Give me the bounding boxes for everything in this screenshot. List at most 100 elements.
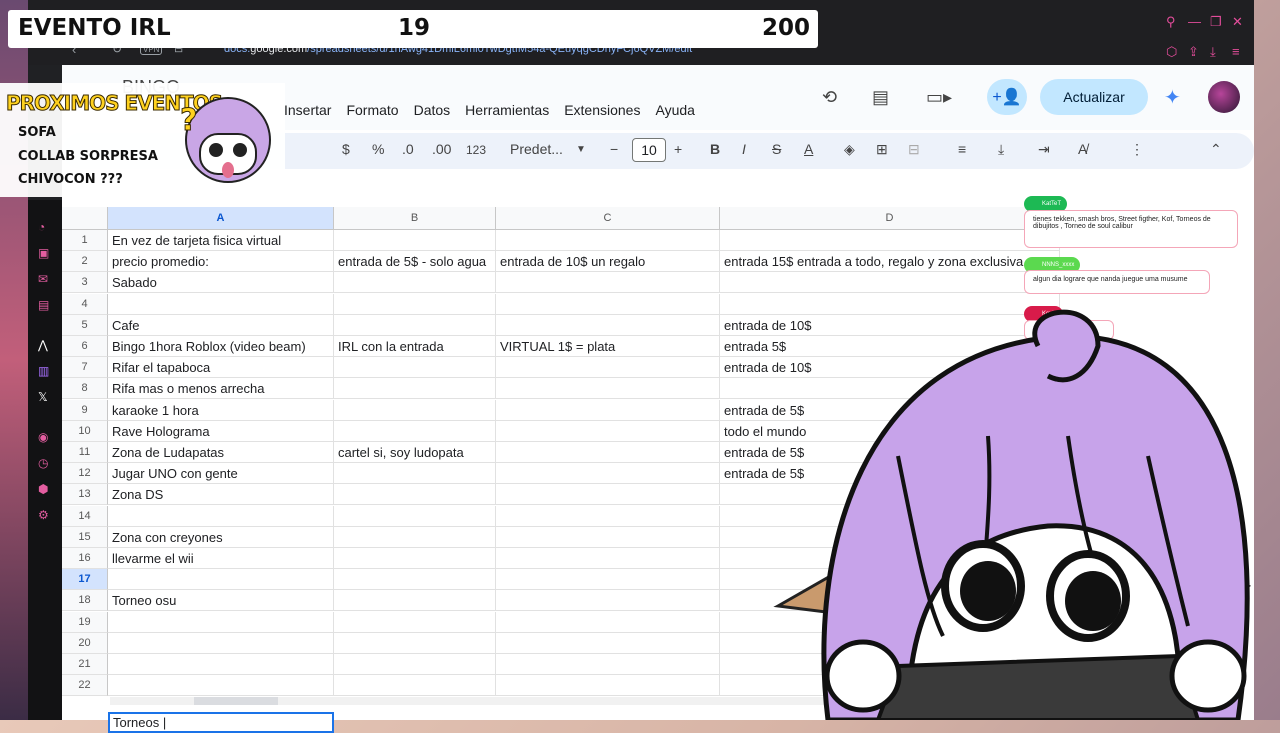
- close-icon[interactable]: ✕: [1232, 14, 1243, 30]
- percent-button[interactable]: %: [372, 141, 384, 157]
- cell-d[interactable]: [720, 272, 1060, 294]
- menu-tools[interactable]: Herramientas: [465, 102, 549, 118]
- cell-a[interactable]: Cafe: [108, 314, 334, 336]
- row-header[interactable]: 10: [62, 420, 108, 442]
- number-format-button[interactable]: 123: [466, 143, 486, 157]
- cell-c[interactable]: entrada de 10$ un regalo: [496, 251, 720, 273]
- history-icon[interactable]: ◔: [38, 220, 45, 234]
- bag-icon[interactable]: ▣: [38, 246, 49, 260]
- merge-cells-icon[interactable]: ⊟: [908, 141, 920, 158]
- cell-b[interactable]: [334, 654, 496, 675]
- col-header-a[interactable]: A: [108, 207, 334, 230]
- scroll-thumb[interactable]: [194, 697, 278, 705]
- row-header[interactable]: 3: [62, 272, 108, 294]
- cell-c[interactable]: [496, 399, 720, 421]
- fill-color-icon[interactable]: ◈: [844, 141, 855, 158]
- cell-a[interactable]: Zona con creyones: [108, 526, 334, 548]
- cell-a[interactable]: [108, 632, 334, 654]
- cell-b[interactable]: IRL con la entrada: [334, 336, 496, 357]
- row-header[interactable]: 12: [62, 463, 108, 485]
- cell-c[interactable]: [496, 675, 720, 697]
- cell-d[interactable]: entrada 15$ entrada a todo, regalo y zon…: [720, 251, 1060, 273]
- cell-a[interactable]: [108, 505, 334, 527]
- row-header[interactable]: 7: [62, 357, 108, 379]
- cell-c[interactable]: [496, 611, 720, 633]
- search-icon[interactable]: ⚲: [1166, 14, 1176, 30]
- cell-a[interactable]: Rave Holograma: [108, 420, 334, 442]
- row-header[interactable]: 8: [62, 378, 108, 400]
- cell-c[interactable]: VIRTUAL 1$ = plata: [496, 336, 720, 357]
- video-call-icon[interactable]: ▭▸: [926, 87, 952, 108]
- app-icon[interactable]: ▤: [38, 298, 49, 312]
- cell-a[interactable]: Rifa mas o menos arrecha: [108, 378, 334, 400]
- minimize-icon[interactable]: —: [1188, 14, 1201, 29]
- menu-data[interactable]: Datos: [414, 102, 451, 118]
- cell-c[interactable]: [496, 569, 720, 591]
- wrap-icon[interactable]: ⇥: [1038, 141, 1050, 158]
- vertical-align-icon[interactable]: ⤓: [998, 141, 1004, 158]
- cell-b[interactable]: cartel si, soy ludopata: [334, 442, 496, 463]
- cell-c[interactable]: [496, 420, 720, 442]
- cell-a[interactable]: [108, 293, 334, 315]
- cell-b[interactable]: [334, 632, 496, 654]
- chevron-down-icon[interactable]: ▼: [576, 144, 586, 155]
- history-icon[interactable]: ⟲: [822, 87, 837, 108]
- cell-a[interactable]: [108, 569, 334, 591]
- corner-cell[interactable]: [62, 207, 108, 230]
- increase-decimal-button[interactable]: .00: [432, 141, 451, 157]
- align-icon[interactable]: ≡: [958, 141, 966, 157]
- twitch-icon[interactable]: ▥: [38, 364, 49, 378]
- cell-c[interactable]: [496, 293, 720, 315]
- italic-button[interactable]: I: [742, 141, 746, 157]
- cell-c[interactable]: [496, 272, 720, 294]
- cell-a[interactable]: karaoke 1 hora: [108, 399, 334, 421]
- cell-a[interactable]: Torneo osu: [108, 590, 334, 612]
- text-rotation-icon[interactable]: A̸: [1078, 141, 1087, 157]
- cell-b[interactable]: [334, 272, 496, 294]
- borders-icon[interactable]: ⊞: [876, 141, 888, 158]
- gemini-icon[interactable]: ✦: [1164, 85, 1181, 110]
- cell-c[interactable]: [496, 230, 720, 251]
- cell-b[interactable]: [334, 399, 496, 421]
- cell-b[interactable]: [334, 569, 496, 591]
- col-header-c[interactable]: C: [496, 207, 720, 230]
- currency-button[interactable]: $: [342, 141, 350, 157]
- row-header[interactable]: 5: [62, 314, 108, 336]
- row-header[interactable]: 21: [62, 654, 108, 675]
- download-icon[interactable]: ⤓: [1210, 44, 1216, 60]
- cell-b[interactable]: [334, 357, 496, 379]
- row-header[interactable]: 14: [62, 505, 108, 527]
- cell-b[interactable]: [334, 314, 496, 336]
- font-size-input[interactable]: 10: [632, 138, 666, 162]
- cell-d[interactable]: [720, 230, 1060, 251]
- cell-a[interactable]: [108, 611, 334, 633]
- avatar[interactable]: [1208, 81, 1240, 113]
- cell-a[interactable]: Sabado: [108, 272, 334, 294]
- cell-c[interactable]: [496, 526, 720, 548]
- active-cell[interactable]: Torneos |: [108, 712, 334, 733]
- row-header[interactable]: 11: [62, 442, 108, 463]
- collapse-icon[interactable]: ⌃: [1210, 141, 1222, 158]
- cell-b[interactable]: entrada de 5$ - solo agua: [334, 251, 496, 273]
- mail-icon[interactable]: ✉: [38, 272, 48, 286]
- cell-a[interactable]: Bingo 1hora Roblox (video beam): [108, 336, 334, 357]
- comment-icon[interactable]: ▤: [872, 87, 889, 108]
- clock-icon[interactable]: ◷: [38, 456, 48, 470]
- cell-b[interactable]: [334, 230, 496, 251]
- cell-c[interactable]: [496, 632, 720, 654]
- more-icon[interactable]: ⋮: [1130, 141, 1144, 158]
- menu-icon[interactable]: ≡: [1232, 44, 1240, 59]
- x-icon[interactable]: 𝕏: [38, 390, 48, 404]
- cell-c[interactable]: [496, 484, 720, 506]
- row-header[interactable]: 13: [62, 484, 108, 506]
- play-icon[interactable]: ◉: [38, 430, 48, 444]
- cell-a[interactable]: En vez de tarjeta fisica virtual: [108, 230, 334, 251]
- cell-b[interactable]: [334, 463, 496, 485]
- row-header[interactable]: 20: [62, 632, 108, 654]
- cell-b[interactable]: [334, 526, 496, 548]
- row-header[interactable]: 4: [62, 293, 108, 315]
- row-header[interactable]: 6: [62, 336, 108, 357]
- cell-a[interactable]: Zona DS: [108, 484, 334, 506]
- maximize-icon[interactable]: ❐: [1210, 14, 1222, 30]
- cell-b[interactable]: [334, 548, 496, 569]
